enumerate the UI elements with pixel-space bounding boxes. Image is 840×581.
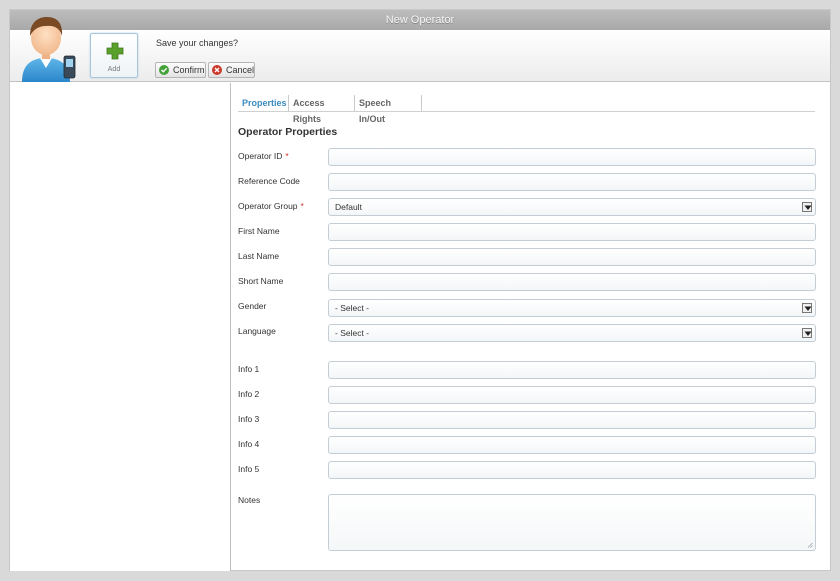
- check-icon: [159, 65, 169, 75]
- gender-select[interactable]: - Select -: [328, 299, 816, 317]
- gender-value: - Select -: [335, 303, 370, 313]
- info-1-label: Info 1: [238, 364, 260, 374]
- save-prompt: Save your changes?: [156, 38, 239, 48]
- info-2-input[interactable]: [328, 386, 816, 404]
- reference-code-label: Reference Code: [238, 176, 300, 186]
- notes-textarea[interactable]: [328, 494, 816, 551]
- operator-id-label: Operator ID *: [238, 151, 289, 161]
- operator-group-value: Default: [335, 202, 362, 212]
- info-1-input[interactable]: [328, 361, 816, 379]
- section-title: Operator Properties: [238, 126, 338, 138]
- add-button-label: Add: [107, 66, 121, 73]
- resize-grip-icon[interactable]: [807, 542, 813, 548]
- tab-access-rights[interactable]: Access Rights: [289, 95, 355, 124]
- first-name-input[interactable]: [328, 223, 816, 241]
- short-name-input[interactable]: [328, 273, 816, 291]
- info-3-input[interactable]: [328, 411, 816, 429]
- operator-group-select[interactable]: Default: [328, 198, 816, 216]
- add-button[interactable]: Add: [90, 33, 138, 78]
- tab-properties[interactable]: Properties: [238, 95, 289, 111]
- first-name-label: First Name: [238, 226, 280, 236]
- cancel-button-label: Cancel: [226, 65, 255, 75]
- chevron-down-icon: [802, 328, 812, 338]
- last-name-label: Last Name: [238, 251, 280, 261]
- tab-bar: Properties Access Rights Speech In/Out: [238, 93, 815, 124]
- info-5-input[interactable]: [328, 461, 816, 479]
- info-3-label: Info 3: [238, 414, 260, 424]
- toolbar: Add Save your changes? Confirm Cancel: [10, 17, 830, 82]
- required-marker: *: [300, 201, 304, 211]
- operator-id-input[interactable]: [328, 148, 816, 166]
- info-4-input[interactable]: [328, 436, 816, 454]
- cancel-button[interactable]: Cancel: [208, 62, 255, 78]
- window-title: New Operator: [10, 10, 830, 30]
- operator-avatar-icon: [22, 17, 76, 82]
- reference-code-input[interactable]: [328, 173, 816, 191]
- tab-speech-in-out[interactable]: Speech In/Out: [355, 95, 422, 124]
- chevron-down-icon: [802, 202, 812, 212]
- gender-label: Gender: [238, 301, 267, 311]
- last-name-input[interactable]: [328, 248, 816, 266]
- info-4-label: Info 4: [238, 439, 260, 449]
- short-name-label: Short Name: [238, 276, 284, 286]
- plus-icon: [106, 42, 124, 60]
- operator-group-label-text: Operator Group: [238, 201, 298, 211]
- info-2-label: Info 2: [238, 389, 260, 399]
- operator-id-label-text: Operator ID: [238, 151, 283, 161]
- cancel-icon: [212, 65, 222, 75]
- notes-label: Notes: [238, 495, 261, 505]
- info-5-label: Info 5: [238, 464, 260, 474]
- left-panel: [10, 83, 231, 571]
- confirm-button[interactable]: Confirm: [155, 62, 206, 78]
- required-marker: *: [285, 151, 289, 161]
- language-label: Language: [238, 326, 276, 336]
- language-select[interactable]: - Select -: [328, 324, 816, 342]
- chevron-down-icon: [802, 303, 812, 313]
- language-value: - Select -: [335, 328, 370, 338]
- new-operator-window: New Operator Add Save your changes? Conf…: [9, 9, 831, 571]
- confirm-button-label: Confirm: [173, 65, 205, 75]
- operator-group-label: Operator Group *: [238, 201, 304, 211]
